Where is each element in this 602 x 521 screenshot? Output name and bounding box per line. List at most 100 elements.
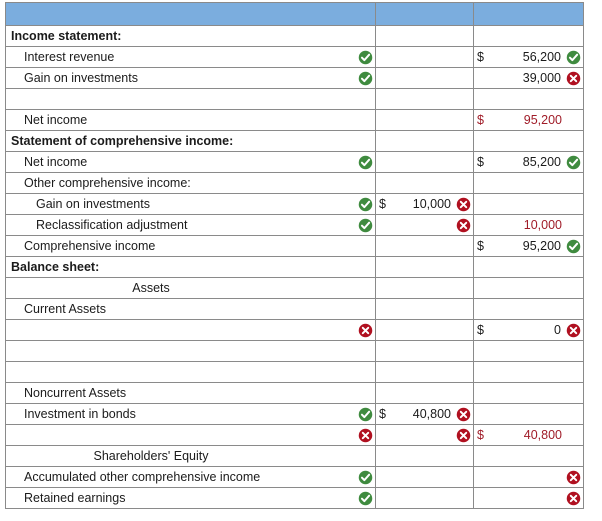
row-label-cell[interactable]: Income statement: (5, 25, 376, 47)
row-label-text: Income statement: (11, 29, 122, 43)
right-amount-cell[interactable]: 39,000 (473, 67, 584, 89)
right-amount-cell[interactable] (473, 130, 584, 152)
right-amount-cell[interactable] (473, 256, 584, 278)
right-amount-cell[interactable] (473, 445, 584, 467)
table-row: Assets (5, 277, 584, 299)
right-amount-cell[interactable] (473, 277, 584, 299)
right-amount-cell[interactable] (473, 340, 584, 362)
right-amount-cell[interactable] (473, 361, 584, 383)
middle-amount-cell[interactable] (375, 151, 474, 173)
table-header-row (5, 2, 584, 26)
middle-amount-cell[interactable] (375, 319, 474, 341)
row-label-cell[interactable]: Current Assets (5, 298, 376, 320)
right-amount-cell[interactable] (473, 382, 584, 404)
right-amount-cell[interactable] (473, 466, 584, 488)
row-label-cell[interactable] (5, 319, 376, 341)
row-label-cell[interactable]: Net income (5, 109, 376, 131)
row-label-cell[interactable] (5, 424, 376, 446)
table-row: $0 (5, 319, 584, 341)
row-label-text: Net income (24, 113, 88, 127)
mark-placeholder (356, 344, 373, 359)
right-amount-cell[interactable] (473, 298, 584, 320)
right-amount-cell[interactable] (473, 403, 584, 425)
row-label-cell[interactable]: Shareholders' Equity (5, 445, 376, 467)
right-amount-cell[interactable] (473, 25, 584, 47)
x-circle-icon (456, 407, 471, 422)
middle-amount-cell[interactable] (375, 235, 474, 257)
mark-placeholder (356, 302, 373, 317)
row-label-cell[interactable]: Other comprehensive income: (5, 172, 376, 194)
mark-placeholder (356, 176, 373, 191)
row-label-cell[interactable]: Balance sheet: (5, 256, 376, 278)
row-label-cell[interactable] (5, 361, 376, 383)
row-label-cell[interactable]: Net income (5, 151, 376, 173)
row-label-text: Shareholders' Equity (93, 449, 209, 463)
row-label-cell[interactable]: Statement of comprehensive income: (5, 130, 376, 152)
mark-placeholder (356, 260, 373, 275)
check-circle-icon (358, 470, 373, 485)
middle-amount-cell[interactable] (375, 277, 474, 299)
row-label-cell[interactable]: Gain on investments (5, 67, 376, 89)
row-label-cell[interactable]: Reclassification adjustment (5, 214, 376, 236)
middle-amount-cell[interactable] (375, 88, 474, 110)
middle-amount-cell[interactable]: $10,000 (375, 193, 474, 215)
row-label-cell[interactable]: Accumulated other comprehensive income (5, 466, 376, 488)
row-label-cell[interactable]: Interest revenue (5, 46, 376, 68)
currency-symbol: $ (477, 239, 484, 253)
table-row: Shareholders' Equity (5, 445, 584, 467)
middle-amount-cell[interactable] (375, 445, 474, 467)
middle-amount-cell[interactable] (375, 109, 474, 131)
right-amount-cell[interactable] (473, 88, 584, 110)
middle-amount-cell[interactable] (375, 25, 474, 47)
middle-amount-cell[interactable] (375, 382, 474, 404)
right-amount-cell[interactable]: 10,000 (473, 214, 584, 236)
row-label-cell[interactable]: Noncurrent Assets (5, 382, 376, 404)
currency-symbol: $ (477, 113, 484, 127)
mark-placeholder (356, 92, 373, 107)
table-row: Investment in bonds $40,800 (5, 403, 584, 425)
row-label-cell[interactable]: Gain on investments (5, 193, 376, 215)
row-label-text: Retained earnings (24, 491, 126, 505)
middle-amount-cell[interactable] (375, 466, 474, 488)
middle-amount-cell[interactable] (375, 340, 474, 362)
row-label-cell[interactable] (5, 340, 376, 362)
row-label-cell[interactable]: Assets (5, 277, 376, 299)
middle-amount-cell[interactable] (375, 46, 474, 68)
middle-amount-cell[interactable] (375, 424, 474, 446)
row-label-text: Accumulated other comprehensive income (24, 470, 261, 484)
middle-amount-cell[interactable]: $40,800 (375, 403, 474, 425)
middle-amount-cell[interactable] (375, 130, 474, 152)
right-amount-cell[interactable]: $95,200 (473, 235, 584, 257)
table-row: Gain on investments $10,000 (5, 193, 584, 215)
middle-amount-cell[interactable] (375, 67, 474, 89)
middle-amount-cell[interactable] (375, 214, 474, 236)
right-amount-cell[interactable] (473, 172, 584, 194)
row-label-cell[interactable] (5, 88, 376, 110)
table-row: $40,800 (5, 424, 584, 446)
middle-amount-cell[interactable] (375, 298, 474, 320)
x-circle-icon (566, 491, 581, 506)
right-amount-cell[interactable]: $40,800 (473, 424, 584, 446)
right-amount-cell[interactable]: $56,200 (473, 46, 584, 68)
middle-amount-cell[interactable] (375, 487, 474, 509)
table-row: Retained earnings (5, 487, 584, 509)
table-row: Net income $95,200 (5, 109, 584, 131)
row-label-cell[interactable]: Retained earnings (5, 487, 376, 509)
header-cell-label (5, 2, 376, 26)
currency-symbol: $ (379, 407, 386, 421)
right-amount-cell[interactable]: $95,200 (473, 109, 584, 131)
right-amount-cell[interactable]: $0 (473, 319, 584, 341)
middle-amount-cell[interactable] (375, 361, 474, 383)
middle-amount-cell[interactable] (375, 172, 474, 194)
table-row: Current Assets (5, 298, 584, 320)
row-label-cell[interactable]: Investment in bonds (5, 403, 376, 425)
right-amount-cell[interactable] (473, 487, 584, 509)
x-circle-icon (456, 428, 471, 443)
row-label-cell[interactable]: Comprehensive income (5, 235, 376, 257)
currency-symbol: $ (477, 428, 484, 442)
right-amount-cell[interactable] (473, 193, 584, 215)
row-label-text: Noncurrent Assets (24, 386, 127, 400)
right-amount-cell[interactable]: $85,200 (473, 151, 584, 173)
middle-amount-cell[interactable] (375, 256, 474, 278)
row-label-text: Statement of comprehensive income: (11, 134, 234, 148)
